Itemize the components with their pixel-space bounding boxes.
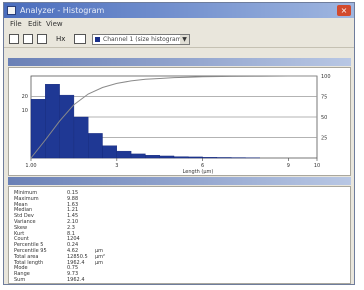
- histogram-bar: [188, 156, 203, 159]
- histogram-bar: [87, 133, 103, 159]
- channel-color-swatch: [95, 37, 100, 42]
- x-tick-label: 3: [115, 163, 118, 169]
- left-tick-label: 10: [22, 108, 28, 114]
- histogram-bar: [173, 156, 189, 159]
- statistics-table: Minimum 0.15 Maximum 9.88 Mean 1.63 Median 1.21…: [8, 186, 351, 284]
- title-bar[interactable]: Analyzer - Histogram ×: [4, 3, 354, 18]
- histogram-bar: [130, 153, 146, 159]
- histogram-svg: 1.00 3 6 9 102010100755025Length (µm): [22, 74, 331, 175]
- selector-value: Channel 1 (size histogram): [103, 36, 184, 43]
- right-tick-label: 100: [321, 74, 331, 80]
- histogram-bar: [102, 145, 118, 159]
- histogram-bar: [216, 157, 232, 159]
- app-icon: [7, 6, 16, 15]
- x-tick-label: 1.00: [25, 163, 36, 169]
- stat-label: Sum: [14, 277, 26, 283]
- stats-panel-header: [8, 177, 351, 185]
- close-button[interactable]: ×: [337, 5, 351, 16]
- chart-panel-header: [8, 58, 351, 66]
- chevron-down-icon[interactable]: ▼: [180, 35, 189, 44]
- menu-view[interactable]: View: [46, 19, 63, 30]
- histogram-bar: [116, 150, 132, 159]
- square-icon[interactable]: [23, 34, 33, 44]
- right-tick-label: 25: [321, 136, 327, 142]
- histogram-chart: 1.00 3 6 9 10 20 10 100 75 50 25 Length (µm): [8, 67, 351, 176]
- histogram-bar: [202, 157, 218, 159]
- x-tick-label: 9: [287, 163, 290, 169]
- left-tick-label: 20: [22, 94, 28, 100]
- x-tick-label: 10: [314, 163, 320, 169]
- channel-selector[interactable]: Channel 1 (size histogram) ▼: [92, 34, 190, 45]
- stat-value: 1962.4: [67, 277, 85, 283]
- toolbar: Hx Channel 1 (size histogram) ▼: [4, 31, 354, 48]
- right-tick-label: 75: [321, 95, 327, 101]
- copy-icon[interactable]: [37, 34, 47, 44]
- histogram-bar: [73, 116, 89, 159]
- menu-file[interactable]: File: [10, 19, 22, 30]
- histogram-bar: [159, 155, 175, 159]
- app-window: Analyzer - Histogram × File Edit View Hx…: [3, 2, 355, 285]
- right-tick-label: 50: [321, 115, 327, 121]
- histogram-bar: [45, 84, 60, 159]
- menu-edit[interactable]: Edit: [28, 19, 42, 30]
- stats-row: Sum 1962.4: [9, 277, 129, 283]
- open-icon[interactable]: [9, 34, 19, 44]
- settings-icon[interactable]: [74, 34, 86, 44]
- menu-bar: File Edit View: [4, 19, 354, 30]
- histogram-bar: [59, 94, 75, 159]
- histogram-bar: [145, 155, 160, 159]
- x-axis-label: Length (µm): [183, 169, 214, 175]
- window-title: Analyzer - Histogram: [20, 6, 105, 15]
- mode-label[interactable]: Hx: [56, 34, 65, 44]
